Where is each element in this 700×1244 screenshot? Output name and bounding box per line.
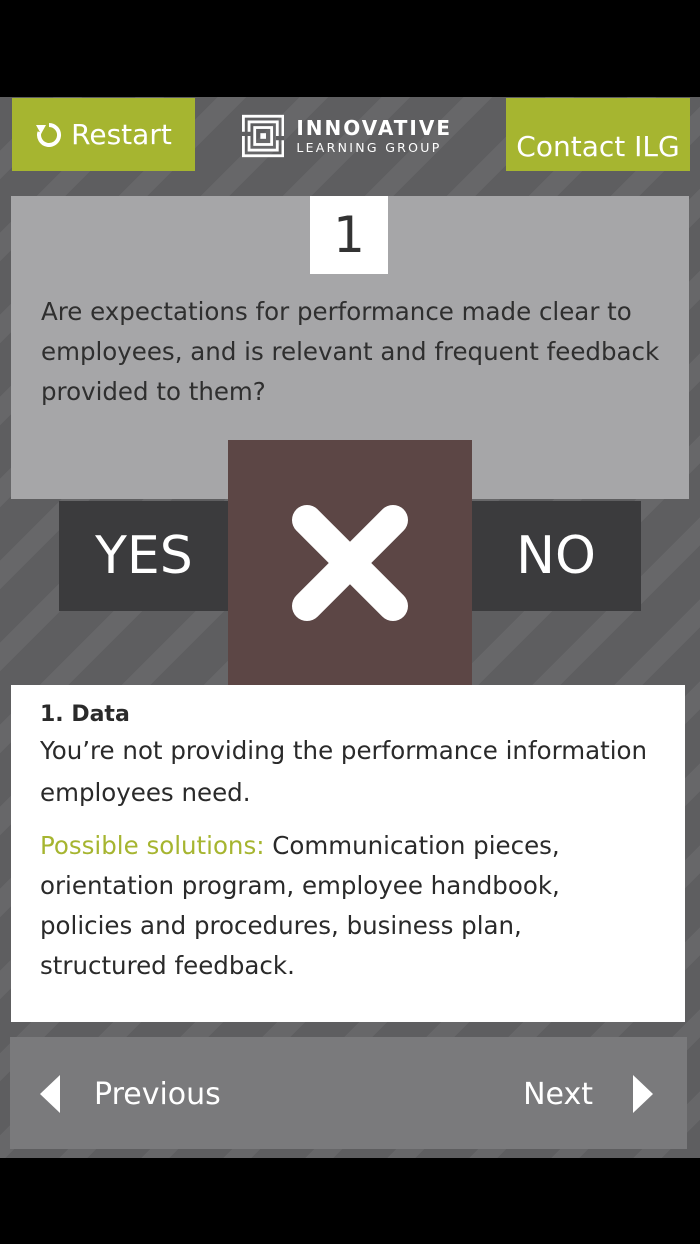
previous-button[interactable]: Previous: [40, 1067, 221, 1121]
previous-label: Previous: [94, 1076, 221, 1112]
selected-answer-box: [228, 440, 472, 686]
chevron-left-icon: [40, 1075, 60, 1113]
next-label: Next: [523, 1076, 593, 1112]
chevron-right-icon: [633, 1075, 653, 1113]
next-button[interactable]: Next: [523, 1067, 653, 1121]
restart-button[interactable]: Restart: [12, 98, 195, 171]
logo-title: INNOVATIVE: [296, 115, 452, 140]
no-label: NO: [516, 526, 596, 586]
question-number: 1: [310, 196, 388, 274]
yes-label: YES: [95, 526, 193, 586]
navigation-bar: Previous Next: [10, 1037, 687, 1149]
logo-subtitle: LEARNING GROUP: [296, 139, 442, 155]
restart-icon: [36, 122, 62, 147]
contact-label: Contact ILG: [516, 130, 680, 163]
no-button[interactable]: NO: [471, 501, 641, 611]
question-text: Are expectations for performance made cl…: [41, 297, 660, 406]
close-x-icon: [292, 505, 408, 621]
status-bar-area: [0, 0, 700, 97]
answer-panel: 1. Data You’re not providing the perform…: [11, 685, 685, 1022]
app-screen: Restart INNOVATIVE LEARNING GROUP Contac…: [0, 97, 700, 1158]
logo-mark-icon: [242, 114, 285, 158]
contact-button[interactable]: Contact ILG: [506, 98, 690, 171]
yes-button[interactable]: YES: [59, 501, 229, 611]
logo: INNOVATIVE LEARNING GROUP: [242, 105, 452, 167]
solutions-label: Possible solutions:: [40, 831, 265, 860]
answer-description: You’re not providing the performance inf…: [40, 736, 648, 807]
restart-label: Restart: [71, 118, 172, 151]
answer-title: 1. Data: [40, 702, 130, 727]
bottom-bar-area: [0, 1158, 700, 1244]
solutions-paragraph: Possible solutions: Communication pieces…: [40, 826, 656, 986]
